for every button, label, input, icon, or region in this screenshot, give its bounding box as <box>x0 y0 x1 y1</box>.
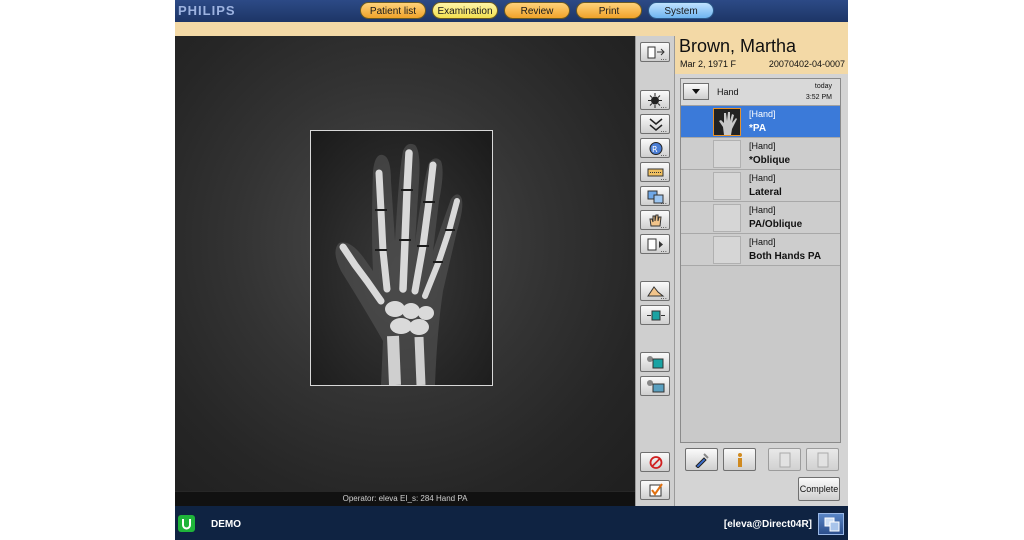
tab-system[interactable]: System <box>648 2 714 19</box>
view-name: *Oblique <box>749 155 791 166</box>
view-name: Lateral <box>749 187 782 198</box>
layout-button[interactable]: ... <box>640 42 670 62</box>
view-region: [Hand] <box>749 109 776 119</box>
exam-view-item[interactable]: [Hand] PA/Oblique <box>681 202 840 234</box>
hand-xray-graphic <box>311 131 492 385</box>
hand-pan-button[interactable]: ... <box>640 210 670 230</box>
tab-patient-list[interactable]: Patient list <box>360 2 426 19</box>
application-window: PHILIPS Patient list Examination Review … <box>175 0 848 540</box>
flip-button[interactable]: ... <box>640 234 670 254</box>
exam-dropdown-button[interactable] <box>683 83 709 100</box>
triangle-down-icon <box>692 89 700 94</box>
view-name: *PA <box>749 123 767 134</box>
image-viewer[interactable]: Operator: eleva EI_s: 284 Hand PA <box>175 36 635 506</box>
view-thumbnail <box>713 140 741 168</box>
exam-view-item[interactable]: [Hand] Both Hands PA <box>681 234 840 266</box>
complete-button[interactable]: Complete <box>798 477 840 501</box>
shutter-icon <box>647 310 665 321</box>
system-window-button[interactable] <box>818 513 844 535</box>
header-strip <box>175 22 848 36</box>
hand-thumbnail-icon <box>719 112 737 135</box>
view-thumbnail <box>713 108 741 136</box>
exam-view-item[interactable]: [Hand] Lateral <box>681 170 840 202</box>
export-button[interactable] <box>640 376 670 396</box>
view-thumbnail <box>713 172 741 200</box>
info-icon <box>738 453 742 467</box>
status-bar: DEMO [eleva@Direct04R] <box>175 506 848 540</box>
exam-list: Hand today 3:52 PM [Hand] *PA [Hand] *Ob… <box>680 78 841 443</box>
brightness-button[interactable]: ... <box>640 90 670 110</box>
operator-info-text: Operator: eleva EI_s: 284 Hand PA <box>175 492 635 506</box>
reject-button[interactable] <box>640 452 670 472</box>
power-button[interactable] <box>178 515 195 532</box>
save-icon <box>647 356 664 369</box>
patient-name: Brown, Martha <box>679 36 797 56</box>
accept-icon <box>649 483 663 497</box>
exam-time: 3:52 PM <box>805 94 832 101</box>
measure-button[interactable]: ... <box>640 281 670 301</box>
power-icon <box>182 519 191 530</box>
exam-label: Hand <box>717 87 739 97</box>
accept-button[interactable] <box>640 480 670 500</box>
document-button[interactable] <box>768 448 801 471</box>
document-copy-icon <box>817 452 829 468</box>
view-region: [Hand] <box>749 237 776 247</box>
exam-view-item[interactable]: [Hand] *PA <box>681 106 840 138</box>
export-icon <box>647 380 665 393</box>
patient-header: Brown, Martha Mar 2, 1971 F 20070402-04-… <box>675 36 848 74</box>
tab-examination[interactable]: Examination <box>432 2 498 19</box>
annotation-button[interactable]: ... <box>640 162 670 182</box>
info-button[interactable] <box>723 448 756 471</box>
view-name: Both Hands PA <box>749 251 822 262</box>
view-region: [Hand] <box>749 205 776 215</box>
windows-icon <box>824 517 840 532</box>
exam-header: Hand today 3:52 PM <box>681 79 840 106</box>
document-copy-button[interactable] <box>806 448 839 471</box>
window-level-button[interactable]: ... <box>640 114 670 134</box>
exam-date: today <box>814 83 832 90</box>
xray-image[interactable] <box>310 130 493 386</box>
patient-dob: Mar 2, 1971 F <box>680 59 737 69</box>
rotate-button[interactable]: R ... <box>640 138 670 158</box>
top-navigation-bar: PHILIPS Patient list Examination Review … <box>175 0 848 22</box>
edit-tool-icon <box>695 453 709 468</box>
patient-id: 20070402-04-0007 <box>768 59 845 69</box>
reject-icon <box>649 456 663 469</box>
view-name: PA/Oblique <box>749 219 803 230</box>
view-thumbnail <box>713 236 741 264</box>
mode-label: DEMO <box>211 519 241 530</box>
copy-image-button[interactable]: ... <box>640 186 670 206</box>
view-region: [Hand] <box>749 141 776 151</box>
view-region: [Hand] <box>749 173 776 183</box>
tab-print[interactable]: Print <box>576 2 642 19</box>
exam-view-item[interactable]: [Hand] *Oblique <box>681 138 840 170</box>
user-label: [eleva@Direct04R] <box>723 519 812 530</box>
tool-column: ... ... ... R ... ... ... ... ... ... <box>635 36 675 506</box>
philips-logo: PHILIPS <box>178 3 236 18</box>
patient-panel: Brown, Martha Mar 2, 1971 F 20070402-04-… <box>675 36 848 506</box>
tab-review[interactable]: Review <box>504 2 570 19</box>
svg-text:R: R <box>652 145 658 154</box>
view-thumbnail <box>713 204 741 232</box>
edit-exam-button[interactable] <box>685 448 718 471</box>
save-button[interactable] <box>640 352 670 372</box>
shutter-button[interactable] <box>640 305 670 325</box>
document-icon <box>779 452 791 468</box>
